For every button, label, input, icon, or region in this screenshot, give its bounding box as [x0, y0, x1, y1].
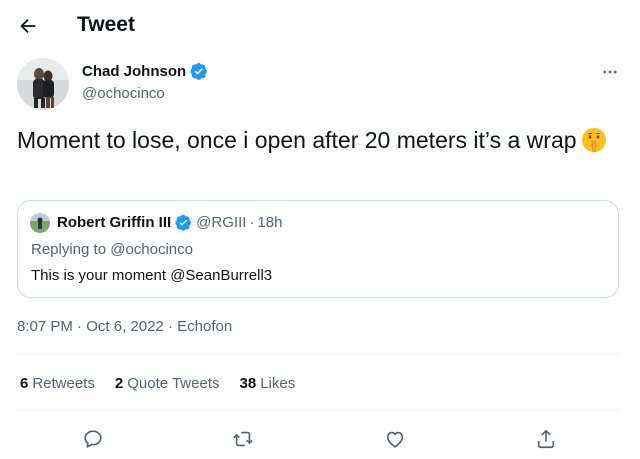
retweets-stat[interactable]: 6 Retweets — [20, 375, 95, 392]
quote-tweets-label: Quote Tweets — [127, 375, 220, 392]
retweet-button[interactable] — [228, 424, 258, 454]
reply-icon — [84, 430, 102, 448]
tweet-text: Moment to lose, once i open after 20 met… — [17, 124, 617, 156]
quoted-tweet-card[interactable]: Robert Griffin III @RGIII · 18h Replying… — [17, 200, 619, 298]
replying-to-handle[interactable]: @ochocinco — [110, 241, 193, 258]
divider — [17, 410, 619, 411]
share-button[interactable] — [531, 424, 561, 454]
engagement-stats: 6 Retweets 2 Quote Tweets 38 Likes — [20, 375, 295, 392]
avatar-image — [17, 58, 69, 110]
quote-tweets-count: 2 — [114, 375, 124, 392]
likes-count: 38 — [239, 375, 257, 392]
separator-dot: · — [249, 214, 255, 231]
quoted-timestamp[interactable]: 18h — [257, 214, 282, 231]
like-button[interactable] — [380, 424, 410, 454]
quoted-author-name[interactable]: Robert Griffin III — [57, 214, 171, 231]
meta-separator: · — [72, 318, 87, 335]
quoted-name-row: Robert Griffin III @RGIII · 18h — [57, 214, 282, 231]
back-button[interactable] — [14, 12, 42, 40]
verified-badge-icon — [190, 62, 208, 80]
quote-tweets-stat[interactable]: 2 Quote Tweets — [115, 375, 220, 392]
shushing-face-emoji-icon — [581, 128, 606, 153]
likes-stat[interactable]: 38 Likes — [240, 375, 296, 392]
replying-to-prefix: Replying to — [31, 241, 107, 258]
tweet-date[interactable]: Oct 6, 2022 — [86, 318, 164, 335]
verified-badge-icon — [175, 214, 192, 231]
quoted-avatar[interactable] — [30, 213, 50, 233]
tweet-source[interactable]: Echofon — [177, 318, 232, 335]
reply-button[interactable] — [78, 424, 108, 454]
author-handle[interactable]: @ochocinco — [82, 85, 165, 102]
likes-label: Likes — [260, 375, 296, 392]
quoted-tweet-text: This is your moment @SeanBurrell3 — [31, 267, 273, 284]
page-title: Tweet — [77, 13, 135, 36]
retweets-count: 6 — [20, 375, 29, 392]
arrow-left-icon — [20, 18, 36, 34]
more-horizontal-icon — [603, 70, 617, 74]
heart-icon — [386, 431, 404, 448]
divider — [17, 354, 619, 355]
quoted-author-handle[interactable]: @RGIII — [196, 214, 246, 231]
meta-separator: · — [163, 318, 178, 335]
share-icon — [537, 429, 555, 449]
avatar[interactable] — [17, 58, 69, 110]
retweets-label: Retweets — [32, 375, 95, 392]
quoted-avatar-image — [30, 213, 50, 233]
author-name[interactable]: Chad Johnson — [82, 63, 186, 80]
retweet-icon — [233, 431, 253, 447]
tweet-text-content: Moment to lose, once i open after 20 met… — [17, 127, 577, 153]
tweet-meta: 8:07 PM · Oct 6, 2022 · Echofon — [17, 318, 232, 335]
more-options-button[interactable] — [598, 60, 622, 84]
tweet-time[interactable]: 8:07 PM — [17, 318, 73, 335]
author-name-row[interactable]: Chad Johnson — [82, 62, 208, 80]
replying-to-line: Replying to @ochocinco — [31, 241, 193, 258]
